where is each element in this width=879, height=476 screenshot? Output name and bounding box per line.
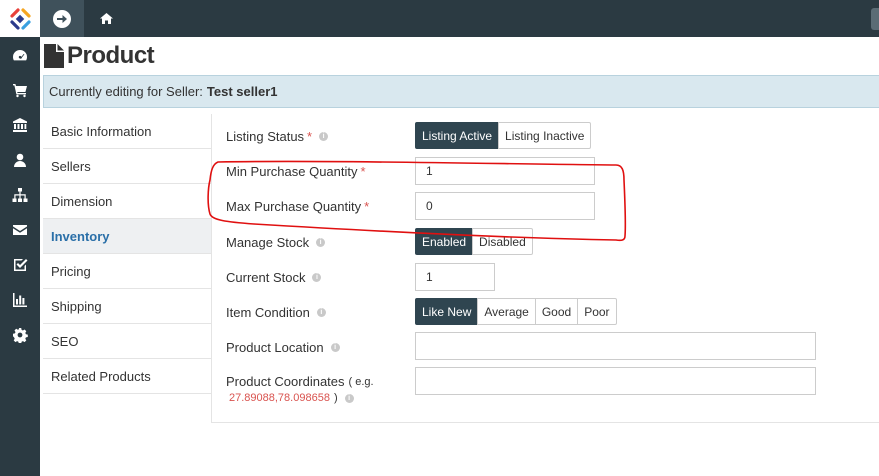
- coordinates-hint-close: ): [333, 392, 338, 404]
- app-logo[interactable]: [0, 0, 40, 37]
- condition-like-new-button[interactable]: Like New: [415, 298, 479, 325]
- coordinates-sample: 27.89088,78.098658: [229, 392, 330, 404]
- dashboard-icon[interactable]: [0, 37, 40, 72]
- bar-chart-icon[interactable]: [0, 282, 40, 317]
- product-location-label: Product Location: [226, 340, 324, 355]
- coordinates-hint-open: ( e.g.: [348, 375, 374, 388]
- sidebar-rail: [0, 0, 40, 476]
- item-condition-row: Item Condition i: [226, 304, 326, 321]
- listing-status-row: Listing Status * i: [226, 128, 329, 145]
- banner-prefix: Currently editing for Seller:: [49, 84, 203, 99]
- item-condition-toggle: Like New Average Good Poor: [415, 298, 617, 325]
- sidebar-toggle-button[interactable]: [40, 0, 84, 37]
- condition-good-button[interactable]: Good: [534, 298, 579, 325]
- manage-stock-enabled-button[interactable]: Enabled: [415, 228, 474, 255]
- min-purchase-quantity-input[interactable]: 1: [415, 157, 595, 185]
- item-condition-label: Item Condition: [226, 305, 310, 320]
- info-icon[interactable]: i: [319, 132, 329, 141]
- sitemap-icon[interactable]: [0, 177, 40, 212]
- home-icon: [99, 13, 113, 24]
- cart-icon[interactable]: [0, 72, 40, 107]
- check-square-icon[interactable]: [0, 247, 40, 282]
- page-title: Product: [44, 41, 155, 71]
- condition-poor-button[interactable]: Poor: [577, 298, 617, 325]
- inventory-form: Listing Status * i Listing Active Listin…: [211, 114, 879, 423]
- product-coordinates-input[interactable]: [415, 367, 816, 395]
- tab-seo[interactable]: SEO: [43, 324, 211, 359]
- tab-sellers[interactable]: Sellers: [43, 149, 211, 184]
- logo-icon: [10, 7, 31, 30]
- required-marker: *: [307, 129, 313, 144]
- tab-basic-information[interactable]: Basic Information: [43, 114, 211, 149]
- max-purchase-row: Max Purchase Quantity *: [226, 198, 369, 215]
- seller-banner: Currently editing for Seller: Test selle…: [43, 75, 879, 108]
- info-icon[interactable]: i: [316, 238, 326, 247]
- current-stock-input[interactable]: 1: [415, 263, 495, 291]
- tab-inventory[interactable]: Inventory: [43, 219, 211, 254]
- current-stock-label: Current Stock: [226, 270, 306, 285]
- envelope-icon[interactable]: [0, 212, 40, 247]
- user-menu-button[interactable]: [871, 8, 879, 30]
- user-icon[interactable]: [0, 142, 40, 177]
- max-purchase-quantity-input[interactable]: 0: [415, 192, 595, 220]
- manage-stock-toggle: Enabled Disabled: [415, 228, 533, 255]
- manage-stock-row: Manage Stock i: [226, 234, 326, 251]
- tab-dimension[interactable]: Dimension: [43, 184, 211, 219]
- product-tabs: Basic Information Sellers Dimension Inve…: [43, 114, 211, 394]
- current-stock-row: Current Stock i: [226, 269, 322, 286]
- info-icon[interactable]: i: [316, 308, 326, 317]
- product-coordinates-row: Product Coordinates ( e.g. 27.89088,78.0…: [226, 374, 411, 404]
- product-location-row: Product Location i: [226, 339, 340, 356]
- manage-stock-disabled-button[interactable]: Disabled: [472, 228, 533, 255]
- info-icon[interactable]: i: [312, 273, 322, 282]
- required-marker: *: [364, 199, 370, 214]
- listing-active-button[interactable]: Listing Active: [415, 122, 500, 149]
- listing-status-label: Listing Status: [226, 129, 305, 144]
- tab-related-products[interactable]: Related Products: [43, 359, 211, 394]
- top-bar: [40, 0, 879, 37]
- tab-shipping[interactable]: Shipping: [43, 289, 211, 324]
- manage-stock-label: Manage Stock: [226, 235, 310, 250]
- listing-inactive-button[interactable]: Listing Inactive: [498, 122, 592, 149]
- max-purchase-label: Max Purchase Quantity: [226, 199, 362, 214]
- bank-icon[interactable]: [0, 107, 40, 142]
- min-purchase-label: Min Purchase Quantity: [226, 164, 358, 179]
- tab-pricing[interactable]: Pricing: [43, 254, 211, 289]
- min-purchase-row: Min Purchase Quantity *: [226, 163, 366, 180]
- product-location-input[interactable]: [415, 332, 816, 360]
- condition-average-button[interactable]: Average: [477, 298, 536, 325]
- arrow-circle-right-icon: [53, 9, 71, 28]
- listing-status-toggle: Listing Active Listing Inactive: [415, 122, 592, 149]
- home-button[interactable]: [96, 0, 116, 37]
- info-icon[interactable]: i: [330, 343, 340, 352]
- product-coordinates-label: Product Coordinates: [226, 374, 345, 389]
- file-icon: [44, 44, 64, 68]
- seller-name: Test seller1: [206, 84, 278, 99]
- page-title-text: Product: [67, 42, 155, 69]
- info-icon[interactable]: i: [344, 393, 354, 403]
- gear-icon[interactable]: [0, 317, 40, 352]
- required-marker: *: [360, 164, 366, 179]
